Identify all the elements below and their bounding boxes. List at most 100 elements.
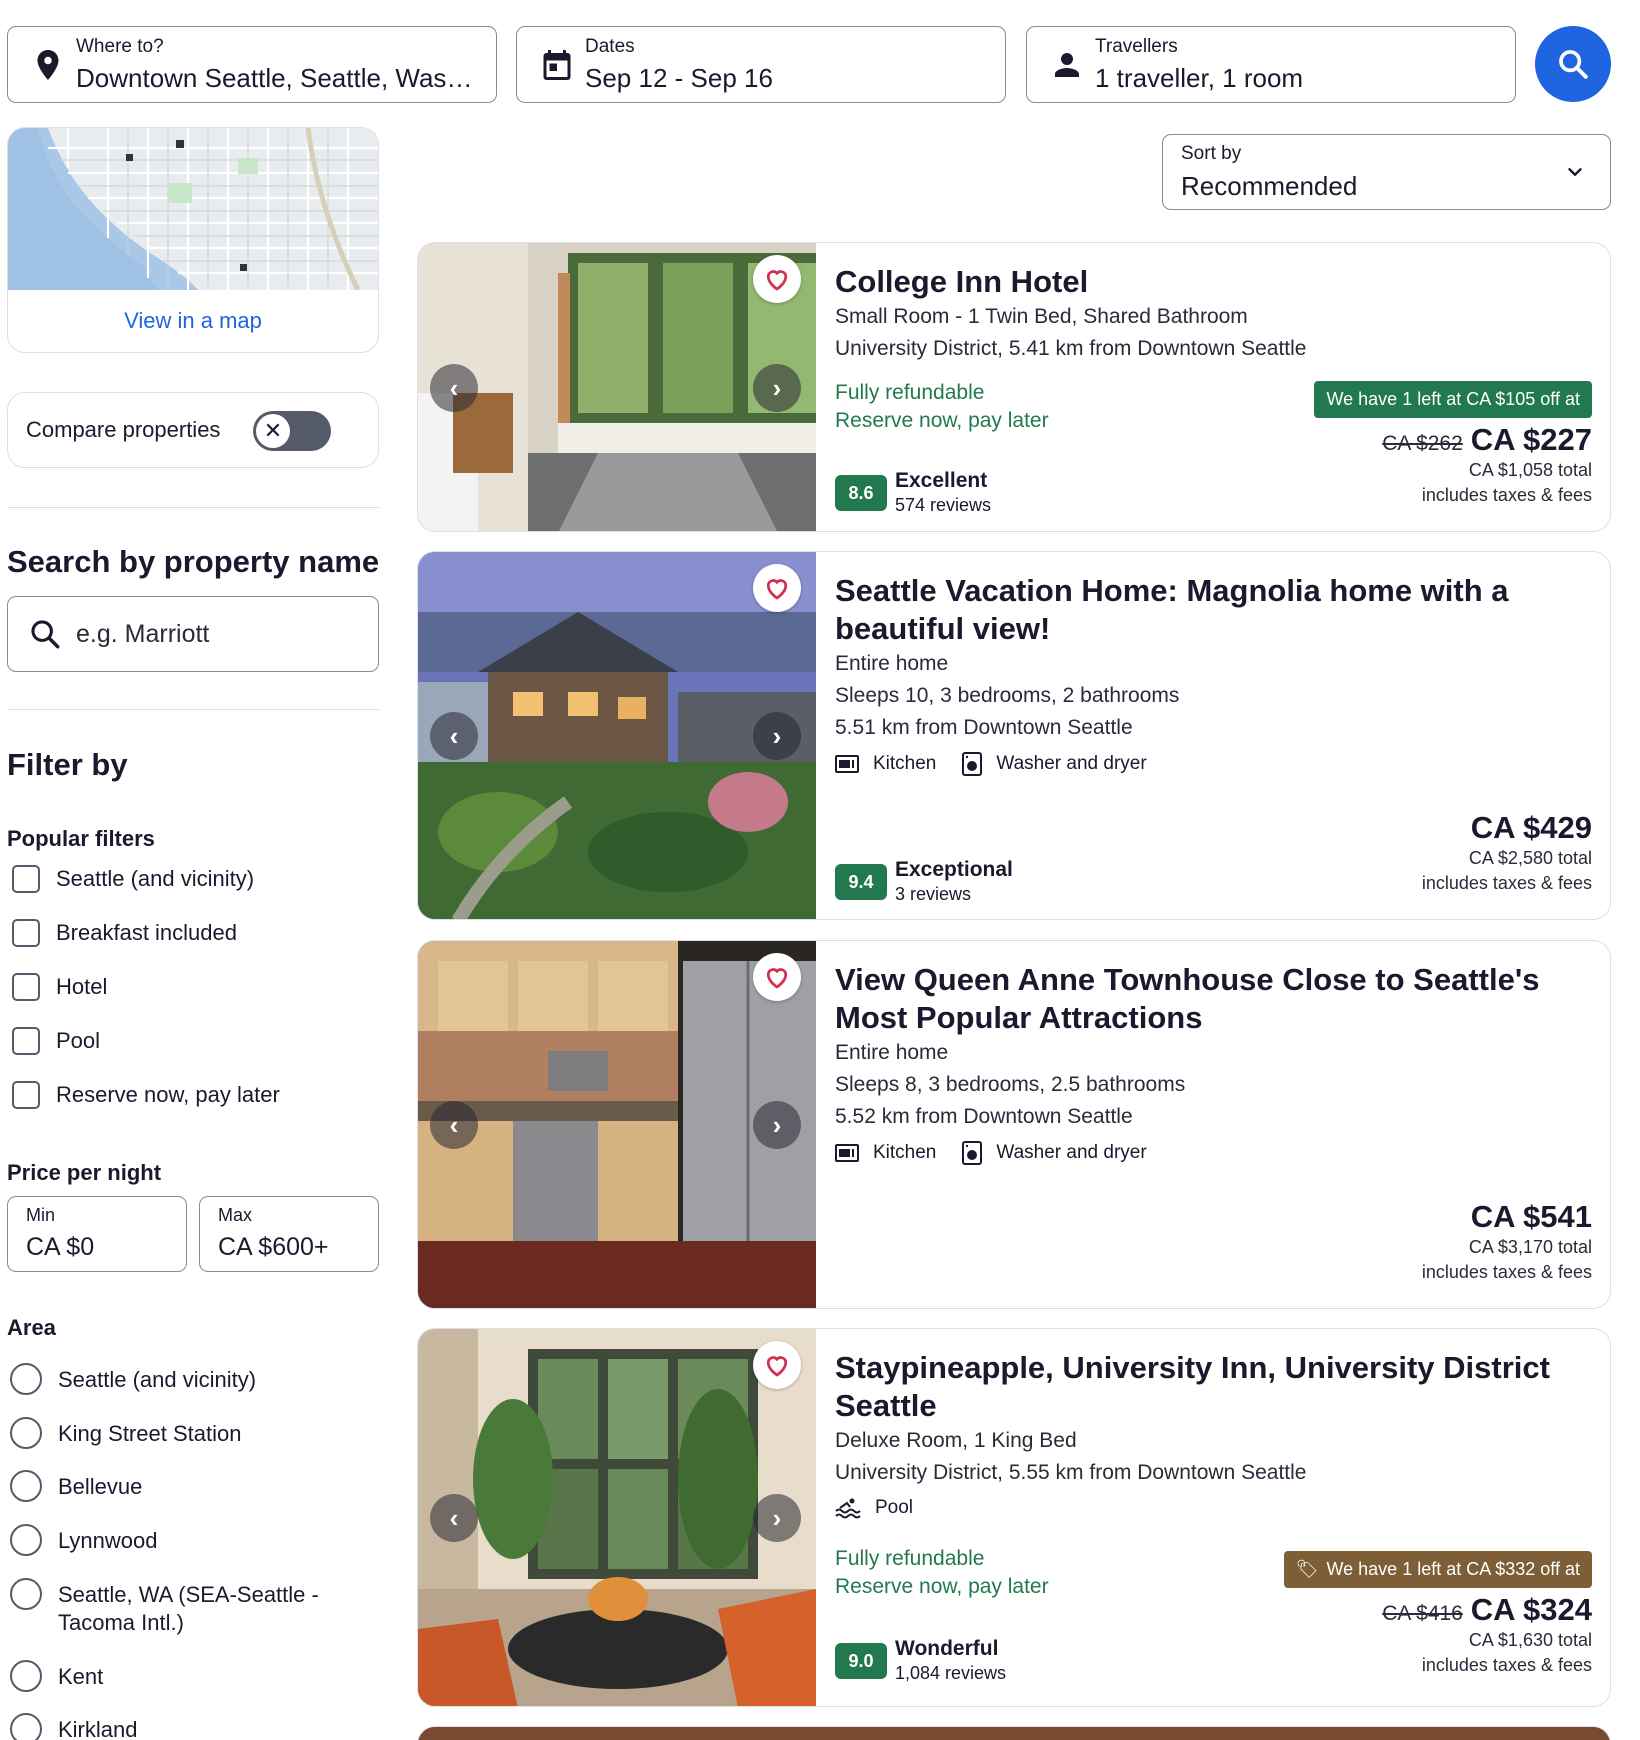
- location: University District, 5.41 km from Downto…: [835, 337, 1307, 360]
- price-min-label: Min: [26, 1205, 56, 1225]
- original-price: CA $416: [1382, 1602, 1463, 1625]
- next-photo-button[interactable]: ›: [753, 1101, 801, 1149]
- property-search-input[interactable]: [76, 617, 356, 651]
- property-search-field[interactable]: [7, 596, 379, 672]
- listing-photo[interactable]: ‹ ›: [418, 552, 816, 919]
- listing-photo[interactable]: ‹ ›: [418, 941, 816, 1308]
- checkbox[interactable]: [12, 1027, 40, 1055]
- rating-label: Wonderful: [895, 1637, 999, 1660]
- listing-photo[interactable]: ‹ ›: [418, 1329, 816, 1706]
- next-photo-button[interactable]: ›: [753, 1494, 801, 1542]
- previous-photo-button[interactable]: ‹: [430, 364, 478, 412]
- total-price: CA $1,630 total: [1468, 1630, 1592, 1650]
- amenity-label: Kitchen: [873, 753, 937, 774]
- listing-card[interactable]: ‹ › View Queen Anne Townhouse Close to S…: [417, 940, 1611, 1309]
- rating: 8.6 Excellent 574 reviews: [835, 469, 991, 517]
- divider: [7, 709, 379, 710]
- search-button[interactable]: [1535, 26, 1611, 102]
- washer-icon: [962, 752, 983, 776]
- fees-note: includes taxes & fees: [1421, 485, 1592, 505]
- property-search-heading: Search by property name: [7, 544, 380, 579]
- price-min-field[interactable]: Min CA $0: [7, 1196, 187, 1272]
- listing-card[interactable]: ‹ › Staypineapple, University Inn, Unive…: [417, 1328, 1611, 1707]
- previous-photo-button[interactable]: ‹: [430, 712, 478, 760]
- listing-title[interactable]: Seattle Vacation Home: Magnolia home wit…: [835, 572, 1592, 648]
- location: University District, 5.55 km from Downto…: [835, 1461, 1307, 1484]
- listing-title[interactable]: View Queen Anne Townhouse Close to Seatt…: [835, 961, 1592, 1037]
- checkbox[interactable]: [12, 865, 40, 893]
- area-radio-row[interactable]: Kirkland: [10, 1713, 137, 1740]
- amenity-label: Washer and dryer: [996, 753, 1147, 774]
- price-per-night-title: Price per night: [7, 1160, 162, 1185]
- checkbox[interactable]: [12, 973, 40, 1001]
- favorite-heart-button[interactable]: [753, 255, 801, 303]
- next-photo-button[interactable]: ›: [753, 712, 801, 760]
- area-radio-row[interactable]: Seattle, WA (SEA-Seattle - Tacoma Intl.): [10, 1578, 340, 1637]
- listing-title[interactable]: College Inn Hotel: [835, 263, 1592, 301]
- distance: 5.51 km from Downtown Seattle: [835, 716, 1133, 739]
- radio-button[interactable]: [10, 1713, 42, 1740]
- listing-card[interactable]: ‹ › Seattle Vacation Home: Magnolia home…: [417, 551, 1611, 920]
- sort-value: Recommended: [1181, 171, 1358, 201]
- view-in-map-link[interactable]: View in a map: [8, 308, 378, 334]
- review-count: 574 reviews: [895, 495, 992, 515]
- checkbox[interactable]: [12, 1081, 40, 1109]
- filter-label: Breakfast included: [56, 920, 237, 945]
- dates-field[interactable]: Dates Sep 12 - Sep 16: [516, 26, 1006, 103]
- favorite-heart-button[interactable]: [753, 1341, 801, 1389]
- room-type: Small Room - 1 Twin Bed, Shared Bathroom: [835, 305, 1248, 328]
- amenities: Kitchen Washer and dryer: [835, 1141, 1592, 1165]
- area-radio-row[interactable]: Seattle (and vicinity): [10, 1363, 256, 1395]
- person-icon: [1055, 53, 1079, 77]
- price-block: We have 1 left at CA $105 off at CA $262…: [1314, 381, 1592, 508]
- radio-button[interactable]: [10, 1363, 42, 1395]
- tag-icon: 🏷: [1295, 1559, 1319, 1579]
- radio-button[interactable]: [10, 1417, 42, 1449]
- review-count: 3 reviews: [895, 884, 972, 904]
- map-card[interactable]: View in a map: [7, 127, 379, 353]
- filter-checkbox-row[interactable]: Breakfast included: [12, 916, 237, 950]
- travellers-field[interactable]: Travellers 1 traveller, 1 room: [1026, 26, 1516, 103]
- favorite-heart-button[interactable]: [753, 564, 801, 612]
- price-max-field[interactable]: Max CA $600+: [199, 1196, 379, 1272]
- review-count: 1,084 reviews: [895, 1663, 1007, 1683]
- filter-checkbox-row[interactable]: Seattle (and vicinity): [12, 862, 254, 896]
- filter-checkbox-row[interactable]: Reserve now, pay later: [12, 1078, 280, 1112]
- next-photo-button[interactable]: ›: [753, 364, 801, 412]
- filter-checkbox-row[interactable]: Hotel: [12, 970, 107, 1004]
- dates-label: Dates: [585, 36, 635, 57]
- favorite-heart-button[interactable]: [753, 953, 801, 1001]
- listing-card-partial[interactable]: [417, 1726, 1611, 1740]
- area-label: Bellevue: [58, 1474, 143, 1499]
- listing-info: Seattle Vacation Home: Magnolia home wit…: [835, 572, 1592, 776]
- area-radio-row[interactable]: Bellevue: [10, 1470, 142, 1502]
- price-block: CA $429 CA $2,580 total includes taxes &…: [1422, 810, 1592, 896]
- radio-button[interactable]: [10, 1470, 42, 1502]
- fees-note: includes taxes & fees: [1421, 873, 1592, 893]
- heart-icon: [766, 968, 788, 989]
- checkbox[interactable]: [12, 919, 40, 947]
- area-radio-row[interactable]: Lynnwood: [10, 1524, 157, 1556]
- pool-icon: [835, 1497, 861, 1519]
- destination-field[interactable]: Where to? Downtown Seattle, Seattle, Was…: [7, 26, 497, 103]
- previous-photo-button[interactable]: ‹: [430, 1101, 478, 1149]
- filter-label: Hotel: [56, 974, 108, 999]
- rating: 9.4 Exceptional 3 reviews: [835, 858, 1013, 906]
- sort-dropdown[interactable]: Sort by Recommended: [1162, 134, 1611, 210]
- amenities: Kitchen Washer and dryer: [835, 752, 1592, 776]
- radio-button[interactable]: [10, 1524, 42, 1556]
- filter-checkbox-row[interactable]: Pool: [12, 1024, 100, 1058]
- area-radio-row[interactable]: Kent: [10, 1660, 103, 1692]
- listing-info: View Queen Anne Townhouse Close to Seatt…: [835, 961, 1592, 1165]
- listing-card[interactable]: ‹ › College Inn Hotel Small Room - 1 Twi…: [417, 242, 1611, 532]
- previous-photo-button[interactable]: ‹: [430, 1494, 478, 1542]
- area-radio-row[interactable]: King Street Station: [10, 1417, 241, 1449]
- total-price: CA $2,580 total: [1468, 848, 1592, 868]
- listing-title[interactable]: Staypineapple, University Inn, Universit…: [835, 1349, 1592, 1425]
- compare-properties-toggle[interactable]: ✕: [253, 411, 331, 451]
- area-label: Kirkland: [58, 1717, 138, 1740]
- radio-button[interactable]: [10, 1660, 42, 1692]
- radio-button[interactable]: [10, 1578, 42, 1610]
- divider: [7, 507, 379, 508]
- listing-photo[interactable]: ‹ ›: [418, 243, 816, 531]
